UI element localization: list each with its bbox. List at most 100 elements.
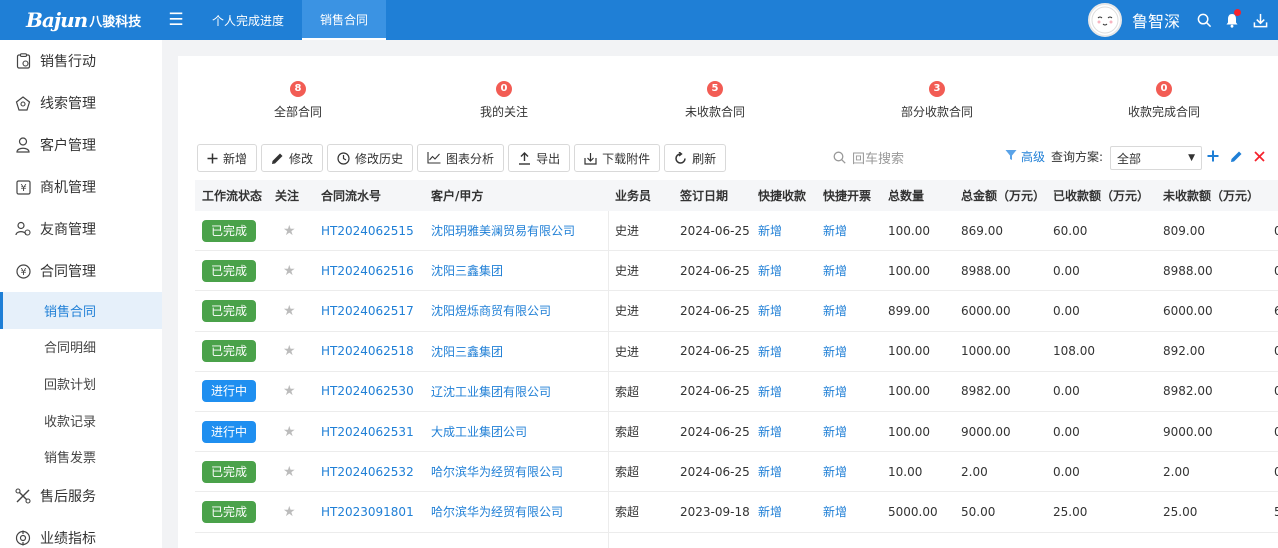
download-icon[interactable] xyxy=(1246,0,1274,40)
scheme-select[interactable]: 全部 ▼ xyxy=(1110,146,1202,170)
sidebar-item-competitors[interactable]: 友商管理 xyxy=(0,208,162,250)
sidebar-subitem-receipt-record[interactable]: 收款记录 xyxy=(0,402,162,439)
tab-sales-contract[interactable]: 销售合同 xyxy=(302,0,387,40)
customer-link[interactable]: 哈尔滨华为经贸有限公司 xyxy=(431,503,563,520)
tab-personal-progress[interactable]: 个人完成进度 xyxy=(194,0,302,40)
star-icon[interactable]: ★ xyxy=(283,303,296,319)
search-input[interactable]: 回车搜索 xyxy=(833,148,904,167)
col-header-total[interactable]: 总金额（万元） xyxy=(961,187,1045,204)
col-header-sign-date[interactable]: 签订日期 xyxy=(680,187,728,204)
quick-receive-link[interactable]: 新增 xyxy=(758,383,782,400)
quick-invoice-link[interactable]: 新增 xyxy=(823,222,847,239)
sidebar-item-performance[interactable]: 业绩指标 xyxy=(0,517,162,548)
table-row[interactable]: 进行中 ★ HT2024062531 大成工业集团公司 索超 2024-06-25 新增 新增… xyxy=(195,412,1278,453)
sidebar-item-after-sales[interactable]: 售后服务 xyxy=(0,475,162,517)
contract-number-link[interactable]: HT2024062531 xyxy=(321,425,414,439)
sidebar-item-sales-action[interactable]: 销售行动 xyxy=(0,40,162,82)
chart-analysis-button[interactable]: 图表分析 xyxy=(417,144,505,172)
col-header-contract-no[interactable]: 合同流水号 xyxy=(321,187,381,204)
star-icon[interactable]: ★ xyxy=(283,464,296,480)
edit-button[interactable]: 修改 xyxy=(261,144,324,172)
table-row[interactable]: 已完成 ★ HT2024062515 沈阳玥雅美澜贸易有限公司 史进 2024-06-25… xyxy=(195,211,1278,252)
col-header-status[interactable]: 工作流状态 xyxy=(202,187,262,204)
search-icon[interactable] xyxy=(1190,0,1218,40)
add-button[interactable]: 新增 xyxy=(197,144,258,172)
contract-number-link[interactable]: HT2023091801 xyxy=(321,505,414,519)
sidebar-subitem-contract-detail[interactable]: 合同明细 xyxy=(0,329,162,366)
col-header-received[interactable]: 已收款额（万元） xyxy=(1053,187,1149,204)
export-button[interactable]: 导出 xyxy=(508,144,571,172)
star-icon[interactable]: ★ xyxy=(283,383,296,399)
quick-receive-link[interactable]: 新增 xyxy=(758,302,782,319)
quick-invoice-link[interactable]: 新增 xyxy=(823,302,847,319)
table-row[interactable]: 已完成 ★ HT2023091801 哈尔滨华为经贸有限公司 索超 2023-09-18 新… xyxy=(195,492,1278,533)
avatar[interactable] xyxy=(1087,3,1122,37)
quick-receive-link[interactable]: 新增 xyxy=(758,343,782,360)
contract-number-link[interactable]: HT2024062518 xyxy=(321,344,414,358)
quick-invoice-link[interactable]: 新增 xyxy=(823,343,847,360)
table-row[interactable]: 进行中 ★ HT2024062530 辽沈工业集团有限公司 索超 2024-06-25 新增… xyxy=(195,372,1278,412)
stat-paid-contracts[interactable]: 0 收款完成合同 xyxy=(1128,80,1200,120)
contract-number-link[interactable]: HT2024062517 xyxy=(321,304,414,318)
download-attachment-button[interactable]: 下载附件 xyxy=(574,144,661,172)
customer-link[interactable]: 哈尔滨华为经贸有限公司 xyxy=(431,463,563,480)
bell-icon[interactable] xyxy=(1218,0,1246,40)
quick-invoice-link[interactable]: 新增 xyxy=(823,463,847,480)
stat-all-contracts[interactable]: 8 全部合同 xyxy=(274,80,322,120)
quick-receive-link[interactable]: 新增 xyxy=(758,262,782,279)
col-header-qty[interactable]: 总数量 xyxy=(888,187,924,204)
delete-scheme-icon[interactable] xyxy=(1251,148,1267,164)
sidebar-item-customers[interactable]: 客户管理 xyxy=(0,124,162,166)
quick-invoice-link[interactable]: 新增 xyxy=(823,503,847,520)
star-icon[interactable]: ★ xyxy=(283,223,296,239)
customer-link[interactable]: 大成工业集团公司 xyxy=(431,423,527,440)
star-icon[interactable]: ★ xyxy=(283,263,296,279)
table-row[interactable]: 已完成 ★ HT2024062516 沈阳三鑫集团 史进 2024-06-25 新增 新增 10… xyxy=(195,251,1278,292)
col-header-quick-invoice[interactable]: 快捷开票 xyxy=(823,187,871,204)
quick-invoice-link[interactable]: 新增 xyxy=(823,423,847,440)
contract-number-link[interactable]: HT2024062515 xyxy=(321,224,414,238)
customer-link[interactable]: 沈阳玥雅美澜贸易有限公司 xyxy=(431,222,575,239)
col-header-follow[interactable]: 关注 xyxy=(275,187,299,204)
contract-number-link[interactable]: HT2024062532 xyxy=(321,465,414,479)
table-row[interactable]: 已完成 ★ HT2024062518 沈阳三鑫集团 史进 2024-06-25 新增 新增 10… xyxy=(195,332,1278,372)
add-scheme-icon[interactable] xyxy=(1205,148,1221,164)
table-row[interactable]: 已完成 ★ HT2024062517 沈阳煜烁商贸有限公司 史进 2024-06-25 新增… xyxy=(195,291,1278,332)
quick-receive-link[interactable]: 新增 xyxy=(758,503,782,520)
star-icon[interactable]: ★ xyxy=(283,504,296,520)
filter-icon[interactable] xyxy=(1005,149,1017,164)
col-header-quick-receive[interactable]: 快捷收款 xyxy=(758,187,806,204)
table-row[interactable]: 已完成 ★ HT2024062532 哈尔滨华为经贸有限公司 索超 2024-06-25 新… xyxy=(195,452,1278,493)
quick-invoice-link[interactable]: 新增 xyxy=(823,383,847,400)
customer-link[interactable]: 沈阳三鑫集团 xyxy=(431,262,503,279)
sidebar-subitem-sales-invoice[interactable]: 销售发票 xyxy=(0,438,162,475)
edit-scheme-icon[interactable] xyxy=(1228,148,1244,164)
customer-link[interactable]: 沈阳三鑫集团 xyxy=(431,343,503,360)
star-icon[interactable]: ★ xyxy=(283,424,296,440)
customer-link[interactable]: 辽沈工业集团有限公司 xyxy=(431,383,551,400)
sidebar-subitem-payment-plan[interactable]: 回款计划 xyxy=(0,365,162,402)
sidebar-item-opportunities[interactable]: ¥ 商机管理 xyxy=(0,166,162,208)
col-header-unreceived[interactable]: 未收款额（万元） xyxy=(1163,187,1259,204)
quick-receive-link[interactable]: 新增 xyxy=(758,463,782,480)
quick-receive-link[interactable]: 新增 xyxy=(758,423,782,440)
quick-receive-link[interactable]: 新增 xyxy=(758,222,782,239)
sidebar-subitem-sales-contract[interactable]: 销售合同 xyxy=(0,292,162,329)
hamburger-menu-icon[interactable]: ☰ xyxy=(162,10,190,30)
contract-number-link[interactable]: HT2024062530 xyxy=(321,384,414,398)
refresh-button[interactable]: 刷新 xyxy=(664,144,727,172)
col-header-customer[interactable]: 客户/甲方 xyxy=(431,187,483,204)
quick-invoice-link[interactable]: 新增 xyxy=(823,262,847,279)
stat-partial-paid-contracts[interactable]: 3 部分收款合同 xyxy=(901,80,973,120)
edit-history-button[interactable]: 修改历史 xyxy=(327,144,414,172)
brand-logo[interactable]: Bajun 八骏科技 xyxy=(0,0,160,40)
sidebar-item-leads[interactable]: 线索管理 xyxy=(0,82,162,124)
stat-my-follow[interactable]: 0 我的关注 xyxy=(480,80,528,120)
contract-number-link[interactable]: HT2024062516 xyxy=(321,264,414,278)
stat-unpaid-contracts[interactable]: 5 未收款合同 xyxy=(685,80,745,120)
sidebar-item-contracts[interactable]: ¥ 合同管理 xyxy=(0,250,162,292)
customer-link[interactable]: 沈阳煜烁商贸有限公司 xyxy=(431,302,551,319)
user-name[interactable]: 鲁智深 xyxy=(1132,8,1180,32)
advanced-link[interactable]: 高级 xyxy=(1021,148,1045,165)
col-header-salesman[interactable]: 业务员 xyxy=(615,187,651,204)
